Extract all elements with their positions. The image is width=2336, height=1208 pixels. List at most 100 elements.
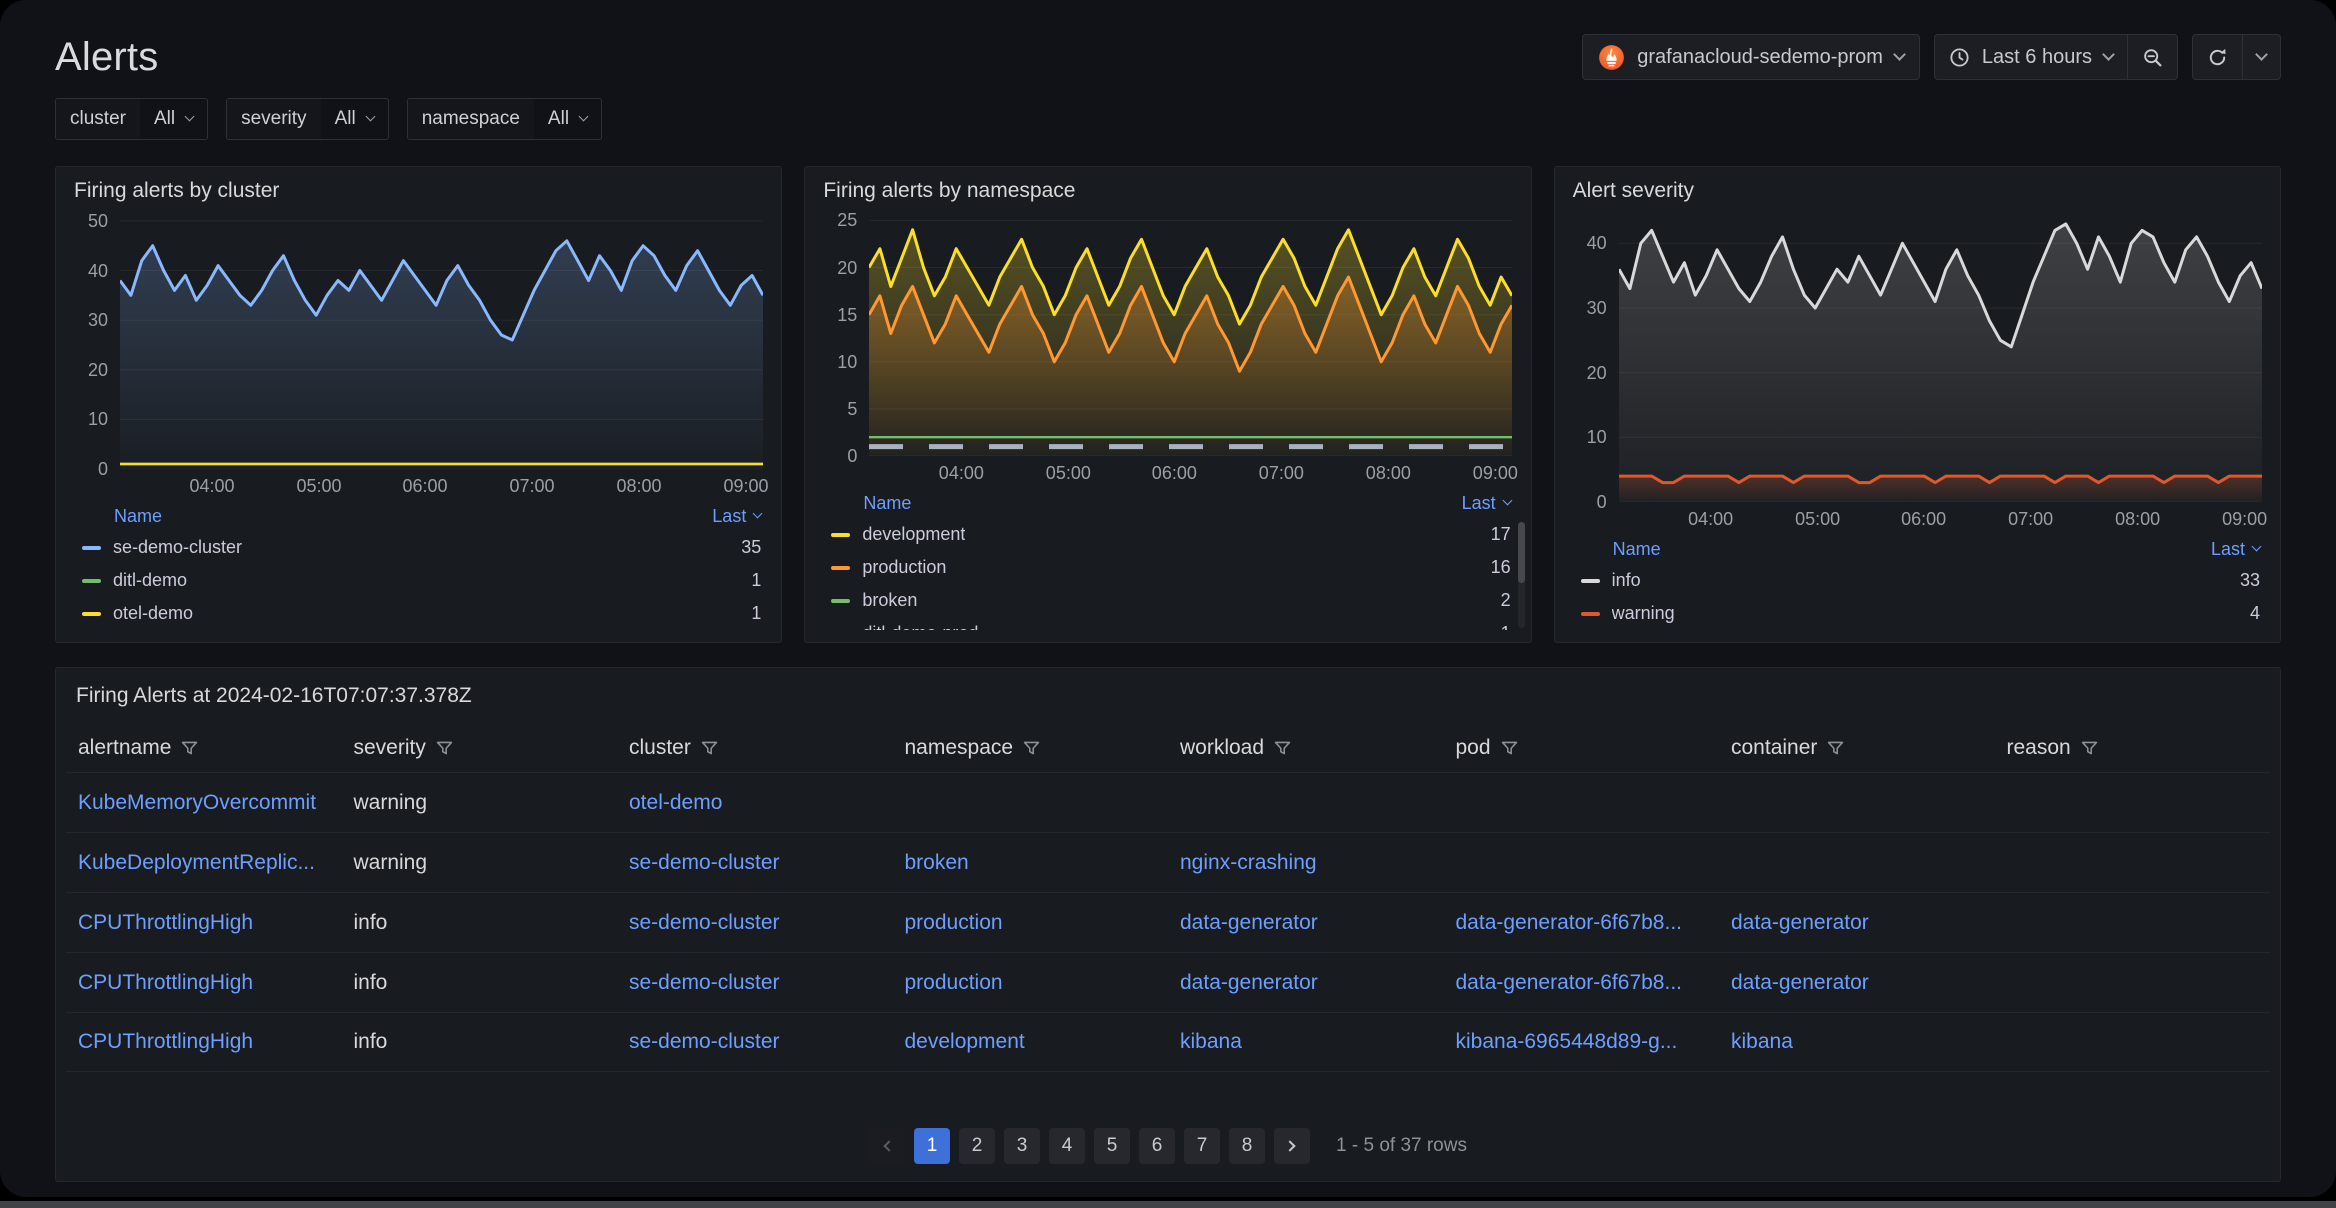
column-header-workload[interactable]: workload xyxy=(1168,724,1444,772)
table-panel-title[interactable]: Firing Alerts at 2024-02-16T07:07:37.378… xyxy=(56,668,2280,716)
filter-funnel-icon[interactable] xyxy=(436,740,453,757)
cell-link[interactable]: production xyxy=(905,971,1003,995)
cell-link[interactable]: CPUThrottlingHigh xyxy=(78,1030,253,1054)
scrollbar-thumb[interactable] xyxy=(1518,522,1525,583)
chevron-down-icon xyxy=(365,112,375,122)
refresh-interval-dropdown[interactable] xyxy=(2242,35,2280,79)
x-tick-label: 04:00 xyxy=(189,476,234,497)
table-row: KubeMemoryOvercommitwarningotel-demo xyxy=(66,772,2270,832)
legend-sort-name[interactable]: Name xyxy=(1613,539,1661,560)
column-header-pod[interactable]: pod xyxy=(1444,724,1720,772)
cell-link[interactable]: development xyxy=(905,1030,1025,1054)
filter-cluster[interactable]: clusterAll xyxy=(55,98,208,140)
previous-page-button[interactable] xyxy=(869,1128,905,1164)
filter-value-dropdown[interactable]: All xyxy=(140,99,207,139)
table-body: KubeMemoryOvercommitwarningotel-demoKube… xyxy=(66,772,2270,1072)
filter-severity[interactable]: severityAll xyxy=(226,98,389,140)
time-range-button[interactable]: Last 6 hours xyxy=(1935,35,2127,79)
plot-area[interactable] xyxy=(120,211,763,469)
legend-item-broken[interactable]: broken2 xyxy=(831,584,1510,617)
filter-funnel-icon[interactable] xyxy=(2081,740,2098,757)
page-button-4[interactable]: 4 xyxy=(1049,1128,1085,1164)
cell-link[interactable]: production xyxy=(905,911,1003,935)
filter-namespace[interactable]: namespaceAll xyxy=(407,98,602,140)
cell-link[interactable]: se-demo-cluster xyxy=(629,911,780,935)
cell-link[interactable]: otel-demo xyxy=(629,791,722,815)
legend-sort-name[interactable]: Name xyxy=(114,506,162,527)
cell-link[interactable]: se-demo-cluster xyxy=(629,851,780,875)
legend-sort-last[interactable]: Last xyxy=(1462,493,1511,514)
legend-sort-name[interactable]: Name xyxy=(863,493,911,514)
column-header-alertname[interactable]: alertname xyxy=(66,724,342,772)
legend-item-ditl-demo[interactable]: ditl-demo1 xyxy=(82,564,761,597)
table-cell-empty xyxy=(1995,953,2271,1012)
cell-link[interactable]: CPUThrottlingHigh xyxy=(78,971,253,995)
legend-sort-last[interactable]: Last xyxy=(2211,539,2260,560)
cell-link[interactable]: kibana xyxy=(1731,1030,1793,1054)
panel-title[interactable]: Firing alerts by cluster xyxy=(56,167,781,207)
page-button-5[interactable]: 5 xyxy=(1094,1128,1130,1164)
legend: Name Last development17production16broken2… xyxy=(831,488,1510,630)
column-header-severity[interactable]: severity xyxy=(342,724,618,772)
table-row: KubeDeploymentReplic...warningse-demo-cl… xyxy=(66,832,2270,892)
cell-link[interactable]: broken xyxy=(905,851,969,875)
column-header-namespace[interactable]: namespace xyxy=(893,724,1169,772)
table-cell: se-demo-cluster xyxy=(617,1013,893,1071)
chevron-down-icon xyxy=(1502,496,1512,506)
filter-funnel-icon[interactable] xyxy=(1501,740,1518,757)
page-button-1[interactable]: 1 xyxy=(914,1128,950,1164)
cell-link[interactable]: kibana-6965448d89-g... xyxy=(1456,1030,1678,1054)
cell-link[interactable]: kibana xyxy=(1180,1030,1242,1054)
legend-item-ditl-demo-prod[interactable]: ditl-demo-prod1 xyxy=(831,617,1510,630)
panel-title[interactable]: Firing alerts by namespace xyxy=(805,167,1530,207)
cell-link[interactable]: data-generator-6f67b8... xyxy=(1456,911,1683,935)
panel-title[interactable]: Alert severity xyxy=(1555,167,2280,207)
cell-link[interactable]: nginx-crashing xyxy=(1180,851,1317,875)
cell-link[interactable]: KubeDeploymentReplic... xyxy=(78,851,315,875)
filter-funnel-icon[interactable] xyxy=(181,740,198,757)
datasource-picker[interactable]: grafanacloud-sedemo-prom xyxy=(1582,34,1920,80)
time-range-label: Last 6 hours xyxy=(1982,46,2092,69)
filter-funnel-icon[interactable] xyxy=(1023,740,1040,757)
filter-value-dropdown[interactable]: All xyxy=(321,99,388,139)
plot-area[interactable] xyxy=(869,211,1512,456)
cell-link[interactable]: data-generator xyxy=(1180,911,1318,935)
series-color-swatch xyxy=(1581,579,1600,583)
cell-link[interactable]: data-generator-6f67b8... xyxy=(1456,971,1683,995)
legend-item-warning[interactable]: warning4 xyxy=(1581,597,2260,630)
next-page-button[interactable] xyxy=(1274,1128,1310,1164)
filter-funnel-icon[interactable] xyxy=(1274,740,1291,757)
zoom-out-button[interactable] xyxy=(2127,35,2177,79)
column-label: severity xyxy=(354,736,426,760)
legend-sort-last[interactable]: Last xyxy=(712,506,761,527)
filter-funnel-icon[interactable] xyxy=(701,740,718,757)
legend-item-development[interactable]: development17 xyxy=(831,518,1510,551)
x-tick-label: 06:00 xyxy=(1152,463,1197,484)
column-header-cluster[interactable]: cluster xyxy=(617,724,893,772)
page-button-3[interactable]: 3 xyxy=(1004,1128,1040,1164)
legend-item-info[interactable]: info33 xyxy=(1581,564,2260,597)
column-header-reason[interactable]: reason xyxy=(1995,724,2271,772)
legend-item-se-demo-cluster[interactable]: se-demo-cluster35 xyxy=(82,531,761,564)
x-tick-label: 06:00 xyxy=(402,476,447,497)
legend-item-otel-demo[interactable]: otel-demo1 xyxy=(82,597,761,630)
cell-link[interactable]: KubeMemoryOvercommit xyxy=(78,791,316,815)
legend-item-production[interactable]: production16 xyxy=(831,551,1510,584)
filter-funnel-icon[interactable] xyxy=(1827,740,1844,757)
cell-link[interactable]: se-demo-cluster xyxy=(629,1030,780,1054)
cell-link[interactable]: data-generator xyxy=(1731,911,1869,935)
cell-link[interactable]: CPUThrottlingHigh xyxy=(78,911,253,935)
refresh-button[interactable] xyxy=(2193,35,2242,79)
filter-value-dropdown[interactable]: All xyxy=(534,99,601,139)
page-button-2[interactable]: 2 xyxy=(959,1128,995,1164)
page-button-8[interactable]: 8 xyxy=(1229,1128,1265,1164)
plot-area[interactable] xyxy=(1619,211,2262,502)
cell-link[interactable]: se-demo-cluster xyxy=(629,971,780,995)
legend: Name Last info33warning4 xyxy=(1581,534,2260,630)
page-button-7[interactable]: 7 xyxy=(1184,1128,1220,1164)
cell-link[interactable]: data-generator xyxy=(1731,971,1869,995)
cell-link[interactable]: data-generator xyxy=(1180,971,1318,995)
legend-scrollbar[interactable] xyxy=(1518,522,1525,628)
column-header-container[interactable]: container xyxy=(1719,724,1995,772)
page-button-6[interactable]: 6 xyxy=(1139,1128,1175,1164)
